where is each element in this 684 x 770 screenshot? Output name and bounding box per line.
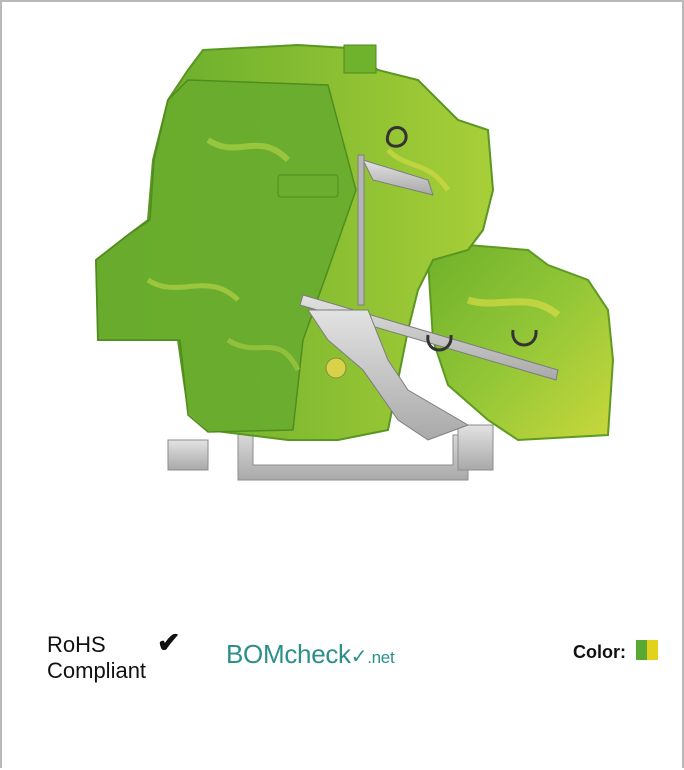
bomcheck-logo-check: check xyxy=(284,639,351,669)
rohs-compliant-badge: RoHS Compliant ✔ xyxy=(47,629,180,684)
color-swatch-green xyxy=(636,640,647,660)
bomcheck-logo-bom: BOM xyxy=(226,639,285,669)
color-swatch xyxy=(636,640,658,660)
checkmark-icon: ✔ xyxy=(157,627,181,658)
bomcheck-logo-net: .net xyxy=(367,648,395,667)
product-card: RoHS Compliant ✔ BOMcheck✓.net Color: xyxy=(0,0,684,768)
color-label: Color: xyxy=(573,642,626,662)
bomcheck-logo: BOMcheck✓.net xyxy=(226,639,395,670)
compliant-label: Compliant xyxy=(47,658,147,683)
rohs-label: RoHS xyxy=(47,632,106,657)
color-swatch-yellow xyxy=(647,640,658,660)
terminal-block-product-photo xyxy=(94,43,615,481)
bomcheck-tick-icon: ✓ xyxy=(350,646,368,668)
